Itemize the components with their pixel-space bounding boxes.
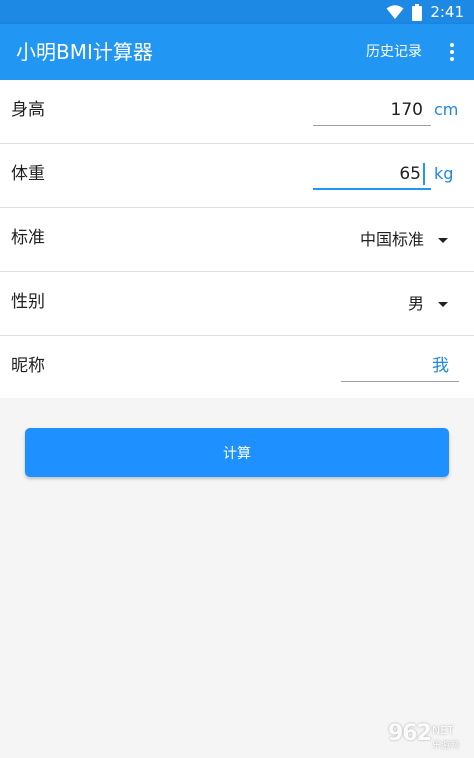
nickname-row: 昵称 我 <box>0 336 474 400</box>
gender-label: 性别 <box>11 292 45 312</box>
status-icons: 2:41 <box>386 2 464 22</box>
text-cursor <box>423 163 425 185</box>
dropdown-arrow-icon <box>438 237 448 243</box>
dropdown-arrow-icon <box>438 301 448 307</box>
bmi-form: 身高 170 cm 体重 65 kg 标准 中国标准 性别 男 昵称 我 <box>0 80 474 398</box>
watermark-subtitle: 乐游网 <box>432 741 460 751</box>
weight-value: 65 <box>399 164 421 184</box>
standard-row: 标准 中国标准 <box>0 208 474 272</box>
nickname-input[interactable]: 我 <box>341 352 459 382</box>
more-vert-icon[interactable] <box>440 36 464 68</box>
calculate-button[interactable]: 计算 <box>25 428 449 477</box>
status-time: 2:41 <box>430 3 464 21</box>
wifi-icon <box>386 5 404 19</box>
watermark-number: 962 <box>388 721 432 746</box>
watermark-logo: 962 NET 乐游网 <box>388 722 468 752</box>
battery-icon <box>412 3 423 21</box>
height-unit: cm <box>434 100 459 119</box>
gender-row: 性别 男 <box>0 272 474 336</box>
nickname-label: 昵称 <box>11 356 45 376</box>
weight-unit: kg <box>434 164 454 183</box>
weight-label: 体重 <box>11 164 45 184</box>
status-bar: 2:41 <box>0 0 474 24</box>
app-bar: 小明BMI计算器 历史记录 <box>0 24 474 80</box>
nickname-value: 我 <box>432 356 449 376</box>
height-value: 170 <box>390 100 423 120</box>
height-row: 身高 170 cm <box>0 80 474 144</box>
standard-selected: 中国标准 <box>359 230 424 249</box>
weight-row: 体重 65 kg <box>0 144 474 208</box>
standard-dropdown[interactable]: 中国标准 <box>360 228 448 252</box>
history-button[interactable]: 历史记录 <box>366 40 422 64</box>
gender-dropdown[interactable]: 男 <box>408 292 448 316</box>
height-input[interactable]: 170 <box>313 96 431 126</box>
gender-selected: 男 <box>407 294 424 313</box>
watermark-suffix: NET <box>432 724 454 737</box>
app-title: 小明BMI计算器 <box>16 40 153 64</box>
standard-label: 标准 <box>11 228 45 248</box>
height-label: 身高 <box>11 100 45 120</box>
weight-input[interactable]: 65 <box>313 160 431 190</box>
